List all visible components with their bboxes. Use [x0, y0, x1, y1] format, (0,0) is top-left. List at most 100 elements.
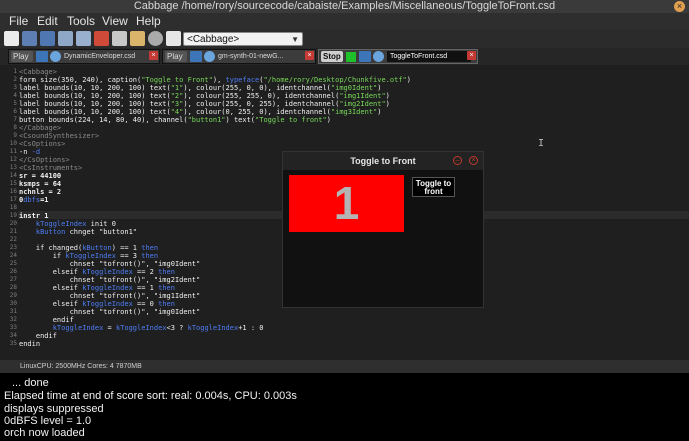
- menu-edit[interactable]: Edit: [37, 13, 58, 30]
- line-number: 10: [9, 140, 17, 147]
- code-line[interactable]: label bounds(10, 10, 200, 100) text("1")…: [19, 84, 381, 92]
- sliders-icon[interactable]: [190, 51, 202, 62]
- minimize-icon[interactable]: –: [453, 156, 462, 165]
- menu-help[interactable]: Help: [136, 13, 161, 30]
- copy-icon[interactable]: [112, 31, 127, 46]
- code-token: "4": [170, 108, 184, 116]
- code-token: "2": [170, 92, 184, 100]
- code-line[interactable]: <Cabbage>: [19, 68, 57, 76]
- gear-icon[interactable]: [50, 51, 61, 62]
- code-line[interactable]: elseif kToggleIndex == 2 then: [19, 268, 175, 276]
- tab-toggle-to-front[interactable]: Stop ToggleToFront.csd ×: [318, 49, 478, 64]
- code-line[interactable]: if changed(kButton) == 1 then: [19, 244, 158, 252]
- code-line[interactable]: chnset "tofront()", "img2Ident": [19, 276, 201, 284]
- code-token: endif: [19, 316, 74, 324]
- code-token: elseif: [19, 300, 83, 308]
- code-line[interactable]: kButton chnget "button1": [19, 228, 137, 236]
- close-icon[interactable]: ×: [469, 156, 478, 165]
- cut-icon[interactable]: [94, 31, 109, 46]
- code-line[interactable]: <CsInstruments>: [19, 164, 82, 172]
- code-line[interactable]: </CsOptions>: [19, 156, 70, 164]
- code-line[interactable]: elseif kToggleIndex == 1 then: [19, 284, 175, 292]
- status-bar: LinuxCPU: 2500MHz Cores: 4 7870MB: [0, 360, 689, 373]
- code-line[interactable]: nchnls = 2: [19, 188, 61, 196]
- code-line[interactable]: endif: [19, 316, 74, 324]
- code-line[interactable]: chnset "tofront()", "img0Ident": [19, 308, 201, 316]
- gear-icon[interactable]: [373, 51, 384, 62]
- toggle-to-front-button[interactable]: Toggle to front: [412, 177, 455, 197]
- code-line[interactable]: button bounds(224, 14, 80, 40), channel(…: [19, 116, 331, 124]
- code-line[interactable]: chnset "tofront()", "img1Ident": [19, 292, 201, 300]
- code-token: "Toggle to Front": [141, 76, 213, 84]
- code-line[interactable]: chnset "tofront()", "img0Ident": [19, 260, 201, 268]
- tab-gm-synth[interactable]: Play gm-synth-01-newG... ×: [162, 49, 316, 64]
- save-as-icon[interactable]: [58, 31, 73, 46]
- line-number: 24: [9, 252, 17, 259]
- line-number: 4: [13, 92, 17, 99]
- code-line[interactable]: 0dbfs=1: [19, 196, 49, 204]
- play-button[interactable]: Play: [11, 51, 33, 62]
- code-token: chnget: [65, 228, 100, 236]
- line-number: 15: [9, 180, 17, 187]
- code-line[interactable]: </Cabbage>: [19, 124, 61, 132]
- menu-file[interactable]: File: [9, 13, 28, 30]
- code-line[interactable]: sr = 44100: [19, 172, 61, 180]
- code-token: "img1Ident": [153, 292, 201, 300]
- code-line[interactable]: <CsOptions>: [19, 140, 65, 148]
- sliders-icon[interactable]: [36, 51, 48, 62]
- code-line[interactable]: label bounds(10, 10, 200, 100) text("4")…: [19, 108, 381, 116]
- section-combo[interactable]: <Cabbage> ▼: [183, 32, 303, 46]
- code-token: label bounds(10, 10, 200, 100) text(: [19, 100, 171, 108]
- code-line[interactable]: instr 1: [19, 212, 49, 220]
- code-line[interactable]: if kToggleIndex == 3 then: [19, 252, 158, 260]
- code-token: "img2Ident": [153, 276, 201, 284]
- menu-tools[interactable]: Tools: [67, 13, 95, 30]
- line-number: 18: [9, 204, 17, 211]
- code-token: "tofront()": [99, 308, 146, 316]
- code-line[interactable]: -n -d: [19, 148, 40, 156]
- window-close-icon[interactable]: ×: [674, 1, 685, 12]
- save-all-icon[interactable]: [76, 31, 91, 46]
- code-line[interactable]: endin: [19, 340, 40, 348]
- save-icon[interactable]: [40, 31, 55, 46]
- gear-icon[interactable]: [204, 51, 215, 62]
- close-tab-icon[interactable]: ×: [305, 51, 314, 60]
- code-line[interactable]: label bounds(10, 10, 200, 100) text("3")…: [19, 100, 390, 108]
- code-line[interactable]: elseif kToggleIndex == 0 then: [19, 300, 175, 308]
- close-tab-icon[interactable]: ×: [149, 51, 158, 60]
- code-line[interactable]: kToggleIndex = kToggleIndex<3 ? kToggleI…: [19, 324, 264, 332]
- code-token: then: [158, 268, 175, 276]
- code-token: =1: [40, 196, 49, 204]
- code-token: ,: [145, 308, 154, 316]
- code-line[interactable]: endif: [19, 332, 57, 340]
- tab-label: gm-synth-01-newG...: [218, 53, 284, 60]
- console-line: displays suppressed: [4, 403, 104, 415]
- sliders-icon[interactable]: [359, 51, 371, 62]
- paste-icon[interactable]: [130, 31, 145, 46]
- settings-icon[interactable]: [148, 31, 163, 46]
- play-button[interactable]: Play: [165, 51, 187, 62]
- code-line[interactable]: kToggleIndex init 0: [19, 220, 116, 228]
- code-token: <CsoundSynthesizer>: [19, 132, 100, 140]
- stop-button[interactable]: Stop: [321, 51, 343, 62]
- code-line[interactable]: form size(350, 240), caption("Toggle to …: [19, 76, 411, 84]
- console-line: 0dBFS level = 1.0: [4, 415, 92, 427]
- line-number: 23: [9, 244, 17, 251]
- code-token: ksmps = 64: [19, 180, 62, 188]
- new-file-icon[interactable]: [4, 31, 19, 46]
- code-line[interactable]: <CsoundSynthesizer>: [19, 132, 99, 140]
- code-token: "1": [170, 84, 184, 92]
- export-icon[interactable]: [166, 31, 181, 46]
- plugin-window[interactable]: Toggle to Front – × 1 Toggle to front: [282, 151, 484, 308]
- open-folder-icon[interactable]: [22, 31, 37, 46]
- code-line[interactable]: ksmps = 64: [19, 180, 61, 188]
- code-line[interactable]: label bounds(10, 10, 200, 100) text("2")…: [19, 92, 390, 100]
- close-tab-icon[interactable]: ×: [467, 51, 476, 60]
- tab-dynamic-enveloper[interactable]: Play DynamicEnveloper.csd ×: [8, 49, 160, 64]
- output-console[interactable]: ... done Elapsed time at end of score so…: [0, 373, 689, 441]
- code-token: button bounds(224, 14, 80, 40), channel(: [19, 116, 188, 124]
- line-number: 16: [9, 188, 17, 195]
- menu-view[interactable]: View: [102, 13, 128, 30]
- running-indicator: [346, 52, 356, 62]
